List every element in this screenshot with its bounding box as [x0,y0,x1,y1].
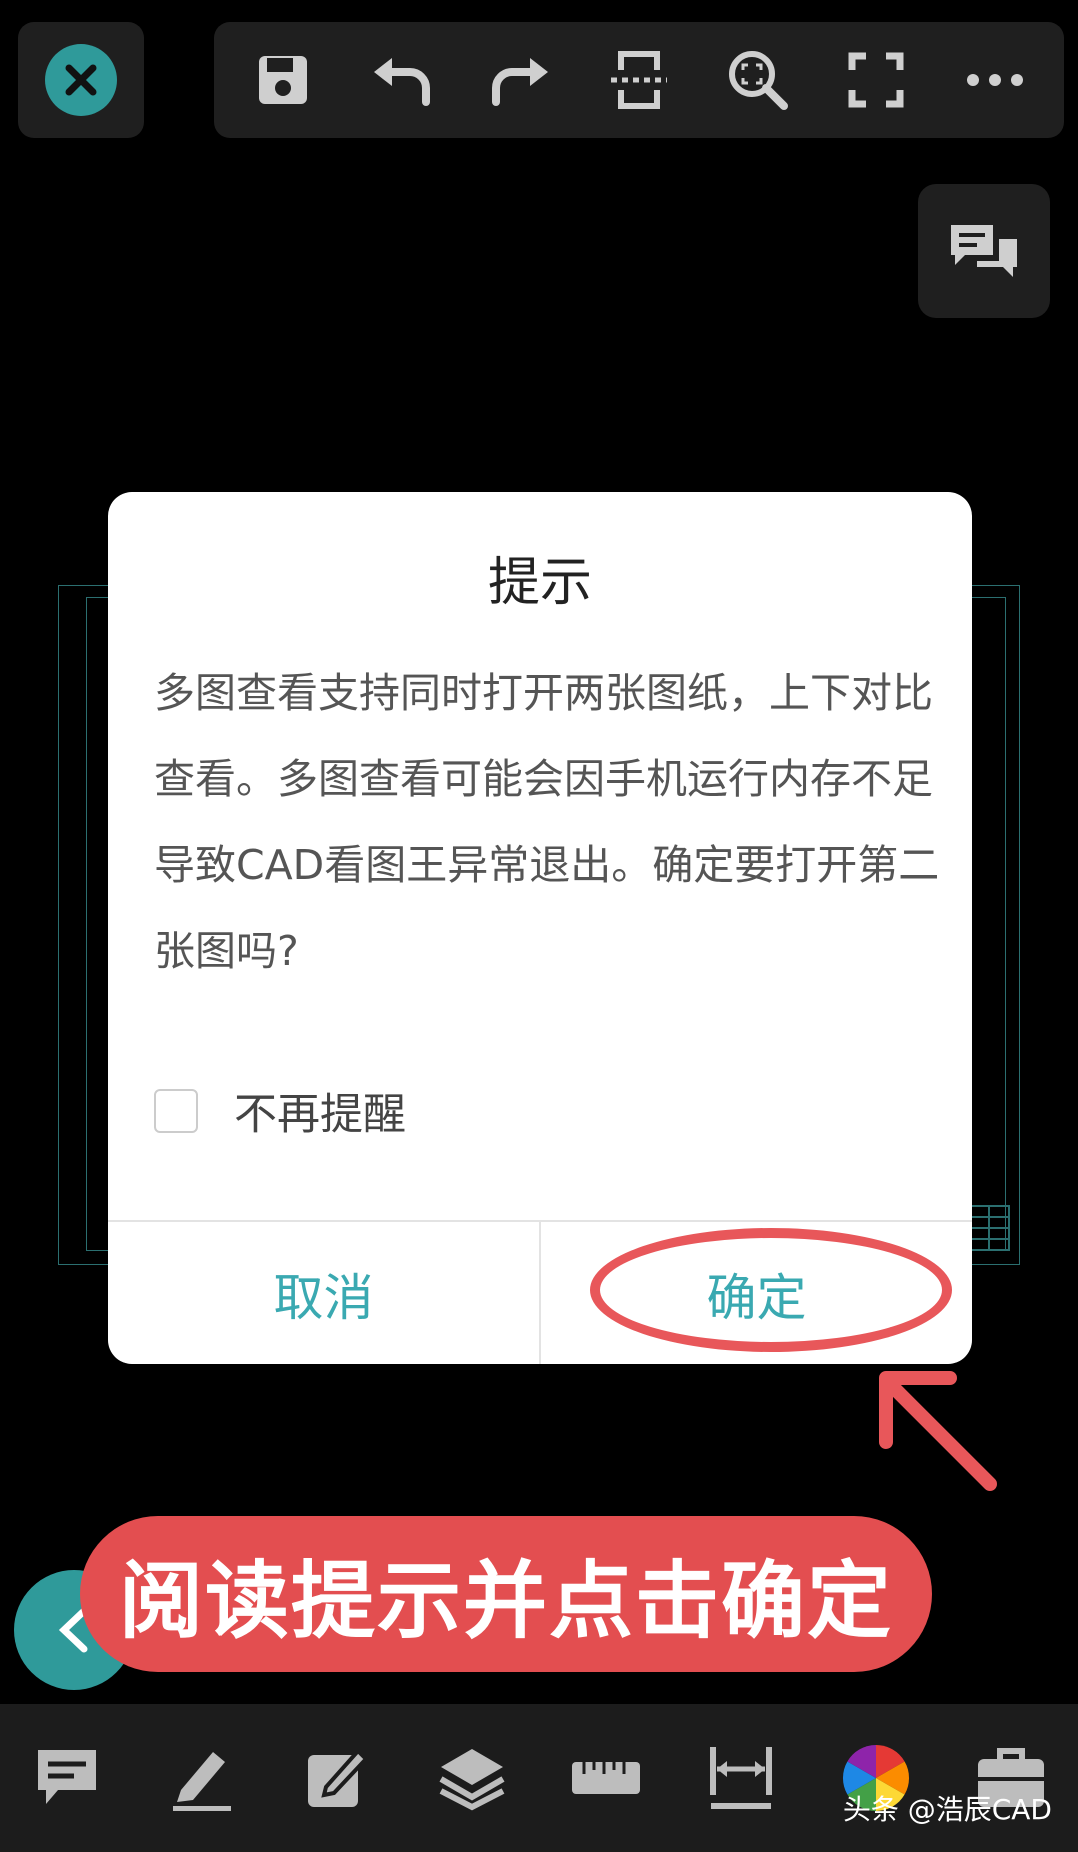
close-button[interactable] [18,22,144,138]
cad-title-block [968,1205,1010,1251]
top-toolbar [214,22,1064,138]
dont-remind-checkbox[interactable] [154,1089,198,1133]
cancel-button[interactable]: 取消 [108,1222,539,1364]
instruction-banner: 阅读提示并点击确定 [80,1516,932,1672]
comments-icon [951,225,1017,277]
comments-button[interactable] [918,184,1050,318]
dont-remind-row[interactable]: 不再提醒 [154,1080,406,1142]
zoom-fit-icon[interactable] [722,44,794,116]
dialog-title: 提示 [487,553,592,613]
watermark: 头条 @浩辰CAD [842,1793,1052,1826]
pointer-arrow-icon [879,1371,997,1491]
comment-icon[interactable] [27,1738,107,1818]
ruler-icon[interactable] [566,1738,646,1818]
split-view-icon[interactable] [603,44,675,116]
dialog-message: 多图查看支持同时打开两张图纸，上下对比查看。多图查看可能会因手机运行内存不足导致… [154,669,940,975]
redo-icon[interactable] [484,44,556,116]
highlight-ellipse [590,1228,952,1352]
bottom-toolbar [0,1704,1078,1852]
more-icon[interactable] [959,44,1031,116]
dimension-icon[interactable] [701,1738,781,1818]
pen-icon[interactable] [162,1738,242,1818]
layers-icon[interactable] [432,1738,512,1818]
dont-remind-label: 不再提醒 [234,1090,406,1140]
fullscreen-icon[interactable] [840,44,912,116]
undo-icon[interactable] [366,44,438,116]
save-icon[interactable] [247,44,319,116]
edit-icon[interactable] [297,1738,377,1818]
close-icon [45,44,117,116]
